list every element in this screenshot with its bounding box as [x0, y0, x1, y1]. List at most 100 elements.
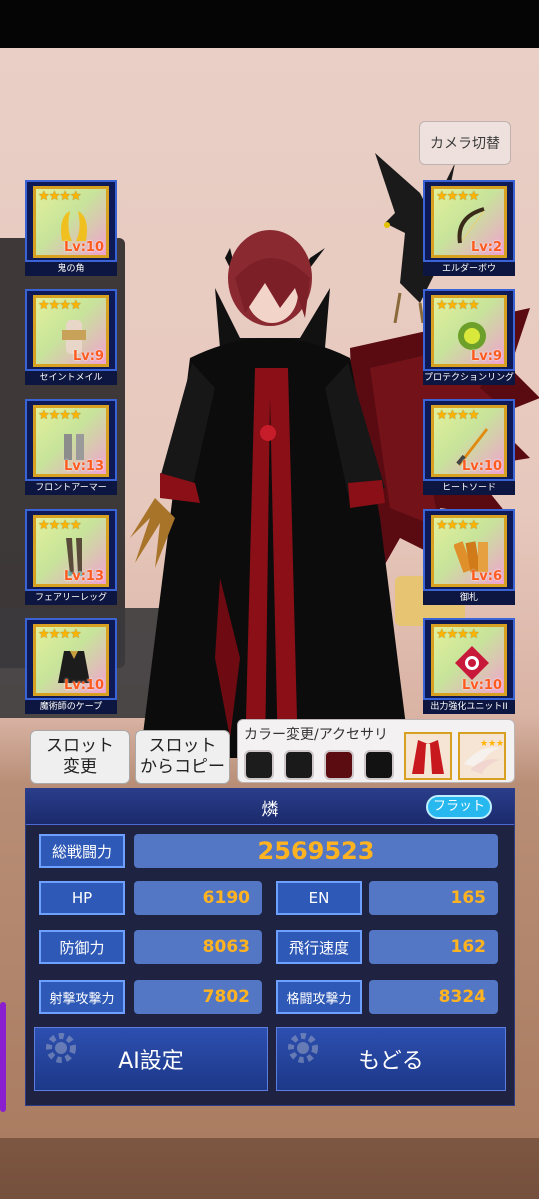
gear-icon	[288, 1033, 318, 1063]
equipment-name: エルダーボウ	[423, 262, 515, 276]
rarity-stars: ★★★★	[436, 298, 480, 313]
equipment-card-right-5[interactable]: ★★★★ Lv:10 出力強化ユニットII	[423, 618, 515, 714]
character-name-bar: 燐 フラット	[26, 789, 514, 825]
gear-icon	[46, 1033, 76, 1063]
ai-settings-button[interactable]: AI設定	[34, 1027, 268, 1091]
equipment-name: フロントアーマー	[25, 481, 117, 495]
rarity-stars: ★★★★	[38, 518, 82, 533]
en-label: EN	[276, 881, 362, 915]
equipment-icon-bg: ★★★★ Lv:13	[33, 515, 109, 587]
equipment-name: 鬼の角	[25, 262, 117, 276]
equipment-icon-bg: ★★★★ Lv:10	[431, 405, 507, 477]
equipment-card-left-2[interactable]: ★★★★ Lv:9 セイントメイル	[25, 289, 117, 385]
equipment-name: プロテクションリング	[423, 371, 515, 385]
color-swatch-3[interactable]	[324, 750, 354, 780]
equipment-icon-bg: ★★★★ Lv:10	[431, 624, 507, 696]
flight-speed-value: 162	[369, 930, 498, 964]
equipment-level: Lv:10	[461, 678, 502, 693]
equipment-level: Lv:13	[63, 459, 104, 474]
equipment-card-left-5[interactable]: ★★★★ Lv:10 魔術師のケープ	[25, 618, 117, 714]
flight-speed-label: 飛行速度	[276, 930, 362, 964]
equipment-level: Lv:2	[470, 240, 502, 255]
equipment-frame: ★★★★ Lv:6	[423, 509, 515, 591]
equipment-name: セイントメイル	[25, 371, 117, 385]
camera-switch-button[interactable]: カメラ切替	[419, 121, 511, 165]
color-accessory-panel: カラー変更/アクセサリ ★★★	[237, 719, 515, 783]
equipment-name: ヒートソード	[423, 481, 515, 495]
en-value: 165	[369, 881, 498, 915]
equipment-frame: ★★★★ Lv:9	[25, 289, 117, 371]
equipment-level: Lv:9	[72, 349, 104, 364]
slot-copy-button[interactable]: スロット からコピー	[135, 730, 230, 784]
status-bar	[0, 0, 539, 48]
back-button[interactable]: もどる	[276, 1027, 506, 1091]
slot-change-button[interactable]: スロット 変更	[30, 730, 130, 784]
equipment-icon-bg: ★★★★ Lv:9	[33, 295, 109, 367]
rarity-stars: ★★★★	[38, 189, 82, 204]
equipment-icon-bg: ★★★★ Lv:10	[33, 186, 109, 258]
total-power-label: 総戦闘力	[39, 834, 125, 868]
equipment-frame: ★★★★ Lv:13	[25, 509, 117, 591]
equipment-card-right-1[interactable]: ★★★★ Lv:2 エルダーボウ	[423, 180, 515, 276]
rarity-stars: ★★★★	[38, 627, 82, 642]
equipment-frame: ★★★★ Lv:10	[25, 180, 117, 262]
equipment-name: 御札	[423, 591, 515, 605]
equipment-frame: ★★★★ Lv:10	[423, 399, 515, 481]
equipment-card-right-2[interactable]: ★★★★ Lv:9 プロテクションリング	[423, 289, 515, 385]
character-model	[130, 230, 410, 758]
equipment-icon-bg: ★★★★ Lv:2	[431, 186, 507, 258]
equipment-icon-bg: ★★★★ Lv:6	[431, 515, 507, 587]
defense-value: 8063	[134, 930, 262, 964]
equipment-frame: ★★★★ Lv:13	[25, 399, 117, 481]
rarity-stars: ★★★★	[38, 298, 82, 313]
equipment-card-left-3[interactable]: ★★★★ Lv:13 フロントアーマー	[25, 399, 117, 495]
background-floor	[0, 1138, 539, 1199]
equipment-level: Lv:10	[63, 678, 104, 693]
rarity-stars: ★★★★	[38, 408, 82, 423]
accessory-slot-1[interactable]	[404, 732, 452, 780]
ai-settings-label: AI設定	[118, 1049, 184, 1074]
color-swatch-2[interactable]	[284, 750, 314, 780]
equipment-frame: ★★★★ Lv:9	[423, 289, 515, 371]
equipment-card-left-1[interactable]: ★★★★ Lv:10 鬼の角	[25, 180, 117, 276]
equipment-level: Lv:10	[63, 240, 104, 255]
equipment-name: フェアリーレッグ	[25, 591, 117, 605]
total-power-value: 2569523	[134, 834, 498, 868]
shooting-attack-value: 7802	[134, 980, 262, 1014]
tails-accessory-icon: ★★★	[464, 739, 504, 774]
equipment-icon-bg: ★★★★ Lv:9	[431, 295, 507, 367]
melee-attack-label: 格闘攻撃力	[276, 980, 362, 1014]
equipment-card-left-4[interactable]: ★★★★ Lv:13 フェアリーレッグ	[25, 509, 117, 605]
rarity-stars: ★★★★	[436, 627, 480, 642]
equipment-card-right-4[interactable]: ★★★★ Lv:6 御札	[423, 509, 515, 605]
equipment-card-right-3[interactable]: ★★★★ Lv:10 ヒートソード	[423, 399, 515, 495]
status-panel: 燐 フラット 総戦闘力 2569523 HP 6190 EN 165 防御力 8…	[25, 788, 515, 1106]
equipment-name: 出力強化ユニットII	[423, 700, 515, 714]
rarity-stars: ★★★★	[436, 518, 480, 533]
equipment-name: 魔術師のケープ	[25, 700, 117, 714]
equipment-frame: ★★★★ Lv:2	[423, 180, 515, 262]
color-swatch-4[interactable]	[364, 750, 394, 780]
color-swatch-1[interactable]	[244, 750, 274, 780]
side-edge-indicator	[0, 1002, 6, 1112]
rarity-stars: ★★★★	[436, 189, 480, 204]
back-label: もどる	[358, 1049, 424, 1074]
accessory-slot-2[interactable]: ★★★	[458, 732, 506, 780]
equipment-level: Lv:6	[470, 569, 502, 584]
hp-value: 6190	[134, 881, 262, 915]
equipment-level: Lv:13	[63, 569, 104, 584]
flat-mode-badge[interactable]: フラット	[426, 795, 492, 819]
robe-accessory-icon	[412, 740, 444, 774]
equipment-frame: ★★★★ Lv:10	[25, 618, 117, 700]
svg-text:★★★: ★★★	[480, 739, 504, 749]
equipment-level: Lv:9	[470, 349, 502, 364]
equipment-icon-bg: ★★★★ Lv:13	[33, 405, 109, 477]
equipment-frame: ★★★★ Lv:10	[423, 618, 515, 700]
equipment-icon-bg: ★★★★ Lv:10	[33, 624, 109, 696]
rarity-stars: ★★★★	[436, 408, 480, 423]
equipment-level: Lv:10	[461, 459, 502, 474]
shooting-attack-label: 射撃攻撃力	[39, 980, 125, 1014]
hp-label: HP	[39, 881, 125, 915]
defense-label: 防御力	[39, 930, 125, 964]
melee-attack-value: 8324	[369, 980, 498, 1014]
